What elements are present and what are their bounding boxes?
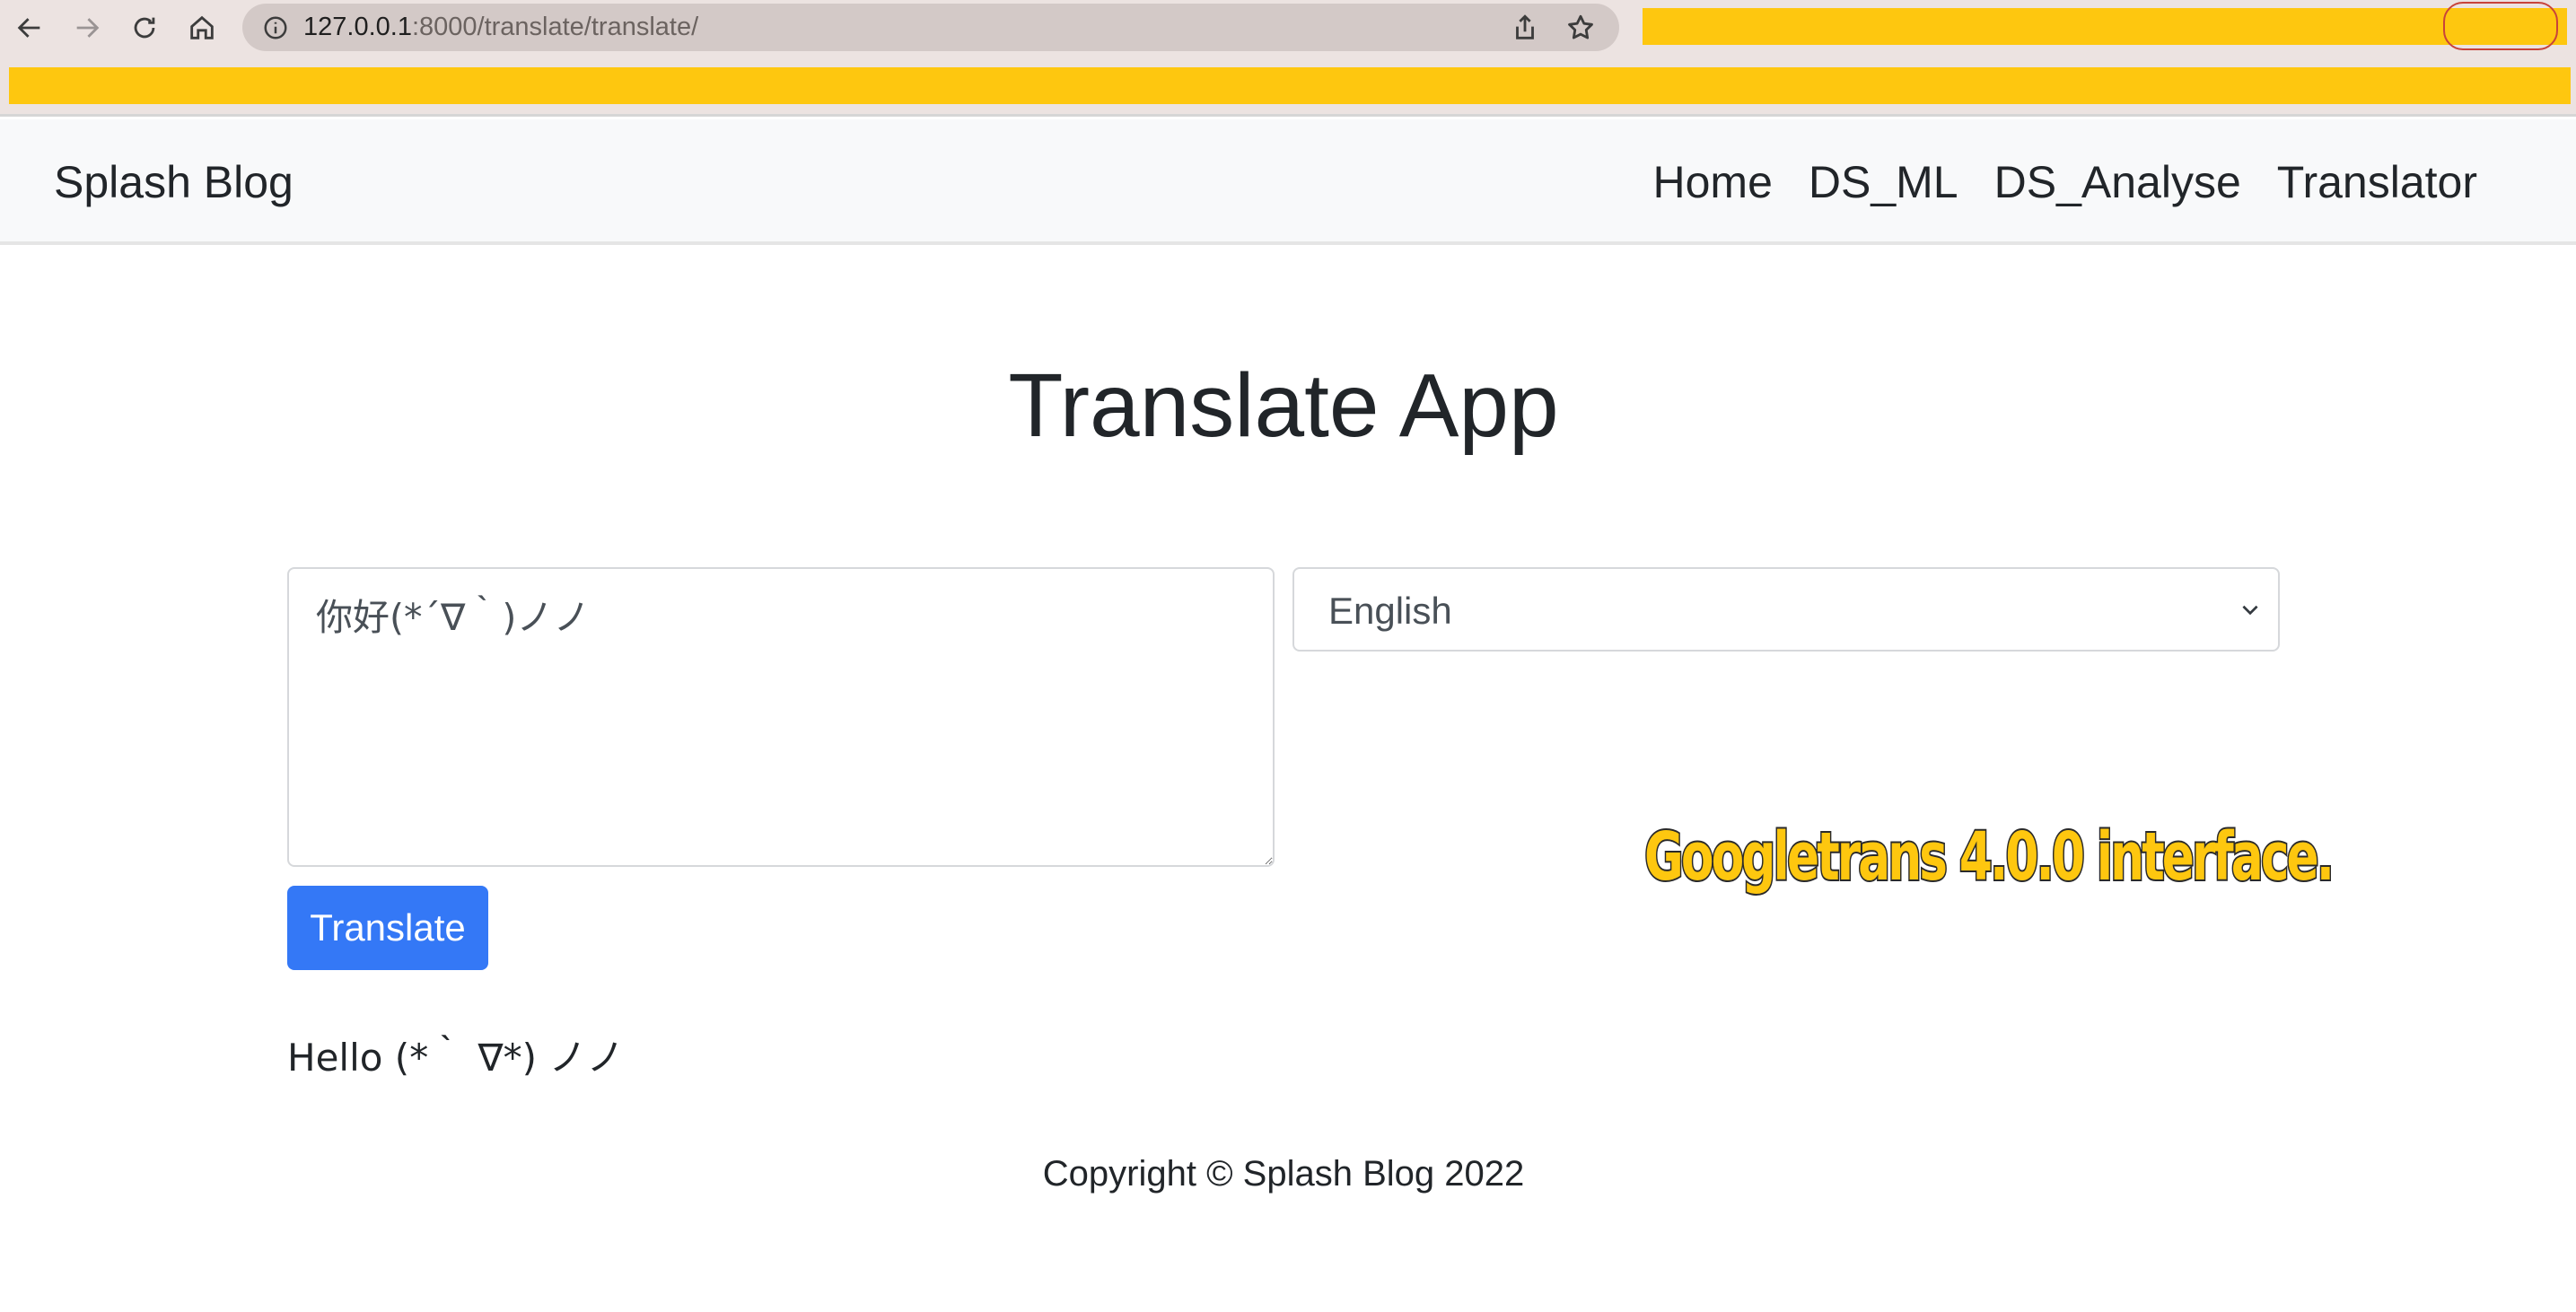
translate-button[interactable]: Translate — [287, 886, 488, 970]
back-arrow-icon[interactable] — [9, 7, 50, 48]
redaction-bar — [1643, 8, 2567, 45]
share-icon[interactable] — [1510, 13, 1540, 43]
nav-link-home[interactable]: Home — [1653, 156, 1773, 208]
reload-icon[interactable] — [124, 7, 165, 48]
profile-button-outline[interactable] — [2443, 2, 2558, 50]
info-icon[interactable] — [262, 14, 289, 41]
caption-overlay: Googletrans 4.0.0 interface. — [1643, 817, 2336, 897]
url-host: 127.0.0.1 — [303, 13, 412, 41]
navbar-brand[interactable]: Splash Blog — [54, 119, 294, 245]
bookmarks-redaction-bar — [9, 67, 2571, 104]
url-path: :8000/translate/translate/ — [411, 13, 699, 41]
nav-link-translator[interactable]: Translator — [2277, 156, 2477, 208]
translation-result: Hello (*｀ ∇*) ノノ — [287, 1036, 625, 1080]
star-icon[interactable] — [1565, 13, 1596, 43]
browser-chrome: 127.0.0.1:8000/translate/translate/ — [0, 0, 2576, 117]
site-navbar: Splash Blog Home DS_ML DS_Analyse Transl… — [0, 119, 2576, 245]
source-text-input[interactable]: 你好(*´∇｀)ノノ — [287, 567, 1275, 867]
language-select[interactable]: English — [1292, 567, 2280, 652]
footer-copyright: Copyright © Splash Blog 2022 — [1042, 1154, 1525, 1194]
nav-link-ds-ml[interactable]: DS_ML — [1809, 156, 1958, 208]
language-select-value: English — [1328, 590, 1452, 632]
forward-arrow-icon[interactable] — [66, 7, 108, 48]
nav-links: Home DS_ML DS_Analyse Translator — [1653, 119, 2477, 245]
nav-link-ds-analyse[interactable]: DS_Analyse — [1994, 156, 2241, 208]
chevron-down-icon — [2242, 605, 2258, 616]
home-icon[interactable] — [181, 7, 223, 48]
url-text[interactable]: 127.0.0.1:8000/translate/translate/ — [303, 4, 698, 51]
address-bar[interactable]: 127.0.0.1:8000/translate/translate/ — [242, 4, 1619, 51]
page-title: Translate App — [1008, 355, 1559, 456]
